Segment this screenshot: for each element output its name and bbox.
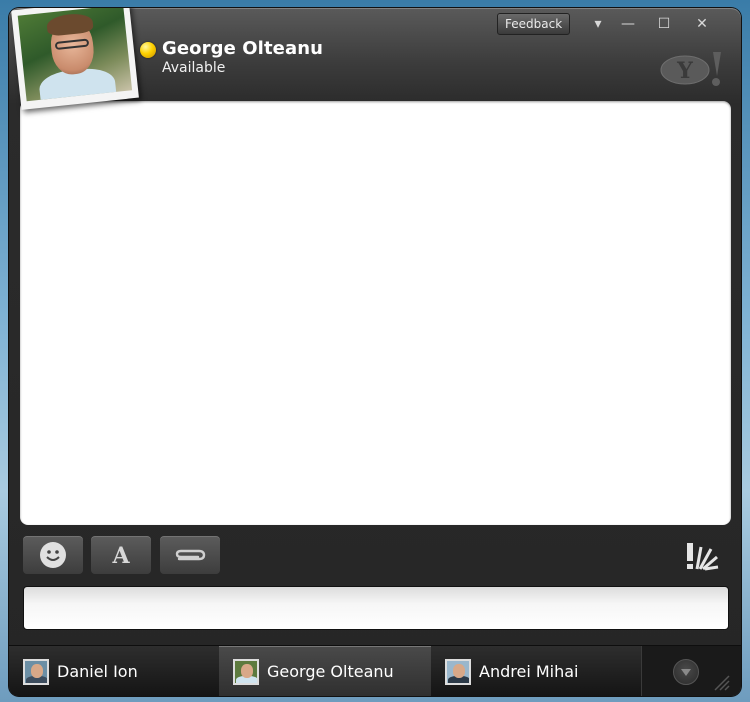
conversation-tabs: Daniel Ion George Olteanu Andrei Mihai	[9, 645, 741, 696]
window-menu-dropdown-icon[interactable]: ▾	[587, 14, 609, 34]
yahoo-logo-icon: Y	[660, 52, 721, 86]
status-indicator-icon[interactable]	[140, 42, 156, 58]
close-button[interactable]: ✕	[691, 14, 713, 34]
tab-list-dropdown-button[interactable]	[673, 659, 699, 685]
tab-andrei-mihai[interactable]: Andrei Mihai	[431, 646, 642, 696]
contact-status: Available	[162, 60, 226, 76]
svg-text:Y: Y	[676, 58, 693, 84]
font-icon: A	[111, 543, 130, 569]
conversation-history[interactable]	[20, 101, 731, 525]
contact-name: George Olteanu	[162, 38, 324, 59]
smiley-icon	[40, 542, 66, 568]
tab-george-olteanu[interactable]: George Olteanu	[219, 646, 432, 696]
emoticon-button[interactable]	[23, 536, 83, 574]
tab-avatar	[233, 658, 259, 685]
buzz-icon[interactable]	[685, 541, 719, 571]
tab-label: Daniel Ion	[57, 662, 138, 681]
maximize-button[interactable]: ☐	[653, 14, 675, 34]
paperclip-icon	[175, 549, 206, 561]
font-button[interactable]: A	[91, 536, 151, 574]
messenger-window: George Olteanu Available Feedback ▾ — ☐ …	[9, 8, 741, 696]
tab-label: Andrei Mihai	[479, 662, 579, 681]
avatar-photo	[17, 8, 133, 102]
resize-grip-icon[interactable]	[711, 672, 731, 692]
tab-label: George Olteanu	[267, 662, 394, 681]
svg-text:A: A	[111, 543, 130, 569]
tab-daniel-ion[interactable]: Daniel Ion	[9, 646, 220, 696]
chevron-down-icon	[681, 669, 691, 676]
tab-avatar	[445, 658, 471, 685]
minimize-button[interactable]: —	[617, 14, 639, 34]
message-input[interactable]	[23, 586, 729, 630]
feedback-button[interactable]: Feedback	[497, 13, 571, 35]
attach-file-button[interactable]	[160, 536, 220, 574]
tab-avatar	[23, 658, 49, 685]
contact-avatar[interactable]	[11, 8, 139, 110]
